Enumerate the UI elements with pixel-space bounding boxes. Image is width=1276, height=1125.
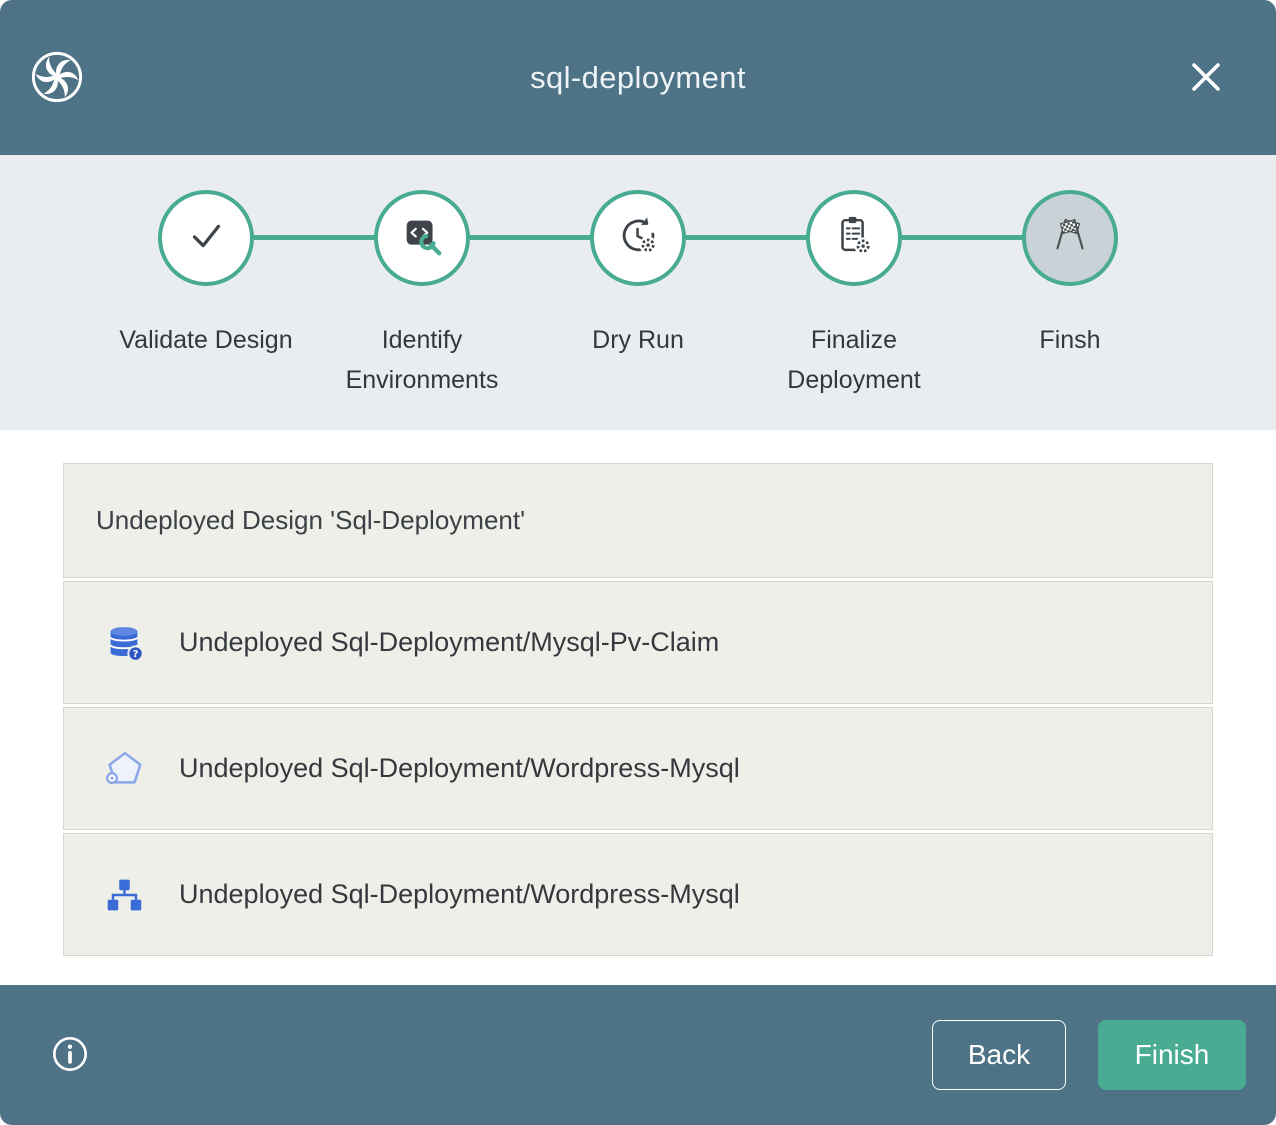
log-text: Undeployed Design 'Sql-Deployment' xyxy=(96,505,525,536)
modal-title: sql-deployment xyxy=(530,60,746,96)
step-label: Finalize Deployment xyxy=(754,320,954,400)
clipboard-gear-icon xyxy=(831,213,877,264)
step-finish: Finsh xyxy=(962,190,1178,400)
step-label: Finsh xyxy=(1039,320,1100,360)
checkered-flags-icon xyxy=(1047,213,1093,264)
log-text: Undeployed Sql-Deployment/Mysql-Pv-Claim xyxy=(179,627,719,658)
close-x-icon xyxy=(1186,57,1226,100)
node-type-icon xyxy=(101,746,147,792)
finish-button[interactable]: Finish xyxy=(1098,1020,1246,1090)
back-button[interactable]: Back xyxy=(932,1020,1066,1090)
deployment-log: Undeployed Design 'Sql-Deployment' ? Und… xyxy=(0,430,1276,985)
code-wrench-icon xyxy=(399,213,445,264)
step-circle-finish xyxy=(1022,190,1118,286)
step-circle-dry-run xyxy=(590,190,686,286)
step-label: Identify Environments xyxy=(322,320,522,400)
rerun-gear-icon xyxy=(615,213,661,264)
modal-footer: Back Finish xyxy=(0,985,1276,1125)
log-row-wordpress-mysql-topology: Undeployed Sql-Deployment/Wordpress-Mysq… xyxy=(63,833,1213,956)
step-circle-identify-environments xyxy=(374,190,470,286)
info-icon xyxy=(51,1061,89,1076)
step-finalize-deployment: Finalize Deployment xyxy=(746,190,962,400)
step-dry-run: Dry Run xyxy=(530,190,746,400)
svg-text:?: ? xyxy=(133,648,139,659)
wizard-stepper: Validate Design Identify Environments xyxy=(0,155,1276,430)
step-circle-validate-design xyxy=(158,190,254,286)
step-circle-finalize-deployment xyxy=(806,190,902,286)
log-text: Undeployed Sql-Deployment/Wordpress-Mysq… xyxy=(179,879,740,910)
log-row-wordpress-mysql-node: Undeployed Sql-Deployment/Wordpress-Mysq… xyxy=(63,707,1213,830)
log-row-design: Undeployed Design 'Sql-Deployment' xyxy=(63,463,1213,578)
info-button[interactable] xyxy=(50,1035,90,1075)
topology-icon xyxy=(101,872,147,918)
step-identify-environments: Identify Environments xyxy=(314,190,530,400)
modal-header: sql-deployment xyxy=(0,0,1276,155)
deployment-wizard-modal: sql-deployment Validate Design xyxy=(0,0,1276,1125)
check-icon xyxy=(183,213,229,264)
step-label: Validate Design xyxy=(119,320,292,360)
log-row-mysql-pv-claim: ? Undeployed Sql-Deployment/Mysql-Pv-Cla… xyxy=(63,581,1213,704)
swirl-logo-icon xyxy=(30,50,84,104)
step-validate-design: Validate Design xyxy=(98,190,314,400)
log-text: Undeployed Sql-Deployment/Wordpress-Mysq… xyxy=(179,753,740,784)
close-button[interactable] xyxy=(1184,56,1228,100)
database-icon: ? xyxy=(101,620,147,666)
step-label: Dry Run xyxy=(592,320,684,360)
